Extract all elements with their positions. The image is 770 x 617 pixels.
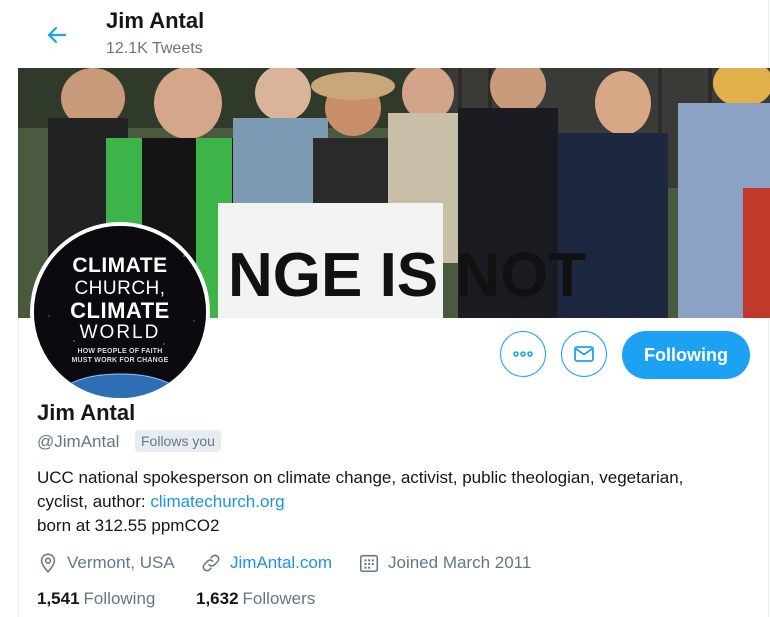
- avatar-image: CLIMATE CHURCH, CLIMATE WORLD HOW PEOPLE…: [34, 226, 206, 398]
- more-dots-icon: [513, 351, 533, 357]
- tweet-count: 12.1K Tweets: [106, 40, 203, 57]
- avatar-text: CLIMATE: [72, 254, 168, 277]
- followers-label: Followers: [242, 589, 316, 608]
- website[interactable]: JimAntal.com: [200, 551, 332, 575]
- message-button[interactable]: [561, 331, 607, 377]
- bio-text: born at 312.55 ppmCO2: [37, 516, 220, 535]
- follows-you-badge: Follows you: [135, 430, 221, 452]
- avatar-subtext: MUST WORK FOR CHANGE: [71, 357, 169, 364]
- website-link[interactable]: JimAntal.com: [230, 553, 332, 573]
- calendar-icon: [359, 554, 379, 573]
- location-text: Vermont, USA: [67, 553, 175, 572]
- avatar-text: CLIMATE: [70, 298, 170, 323]
- join-date-text: Joined March 2011: [388, 553, 532, 572]
- avatar-text: WORLD: [79, 322, 161, 343]
- profile-header: Jim Antal 12.1K Tweets: [0, 0, 770, 68]
- back-arrow-icon: [47, 26, 67, 44]
- more-button[interactable]: [500, 331, 546, 377]
- user-handle: @JimAntal: [37, 432, 120, 451]
- bio: UCC national spokesperson on climate cha…: [37, 466, 737, 538]
- join-date: Joined March 2011: [358, 551, 531, 575]
- location-pin-icon: [40, 553, 56, 573]
- back-button[interactable]: [40, 18, 74, 52]
- avatar-subtext: HOW PEOPLE OF FAITH: [77, 348, 163, 355]
- divider: [18, 318, 19, 617]
- following-button[interactable]: Following: [622, 331, 750, 379]
- following-count: 1,541: [37, 589, 80, 608]
- avatar-text: CHURCH,: [74, 278, 166, 299]
- link-icon: [202, 554, 220, 572]
- envelope-icon: [574, 346, 594, 362]
- location: Vermont, USA: [37, 551, 175, 575]
- following-label: Following: [83, 589, 156, 608]
- header-title: Jim Antal: [106, 8, 205, 33]
- followers-count: 1,632: [196, 589, 239, 608]
- display-name: Jim Antal: [37, 400, 136, 425]
- avatar[interactable]: CLIMATE CHURCH, CLIMATE WORLD HOW PEOPLE…: [30, 222, 210, 402]
- followers-stat[interactable]: 1,632 Followers: [196, 589, 315, 609]
- sign-text: NGE IS NOT: [228, 241, 586, 310]
- bio-text: UCC national spokesperson on climate cha…: [37, 468, 684, 511]
- following-stat[interactable]: 1,541 Following: [37, 589, 155, 609]
- bio-link[interactable]: climatechurch.org: [150, 492, 284, 511]
